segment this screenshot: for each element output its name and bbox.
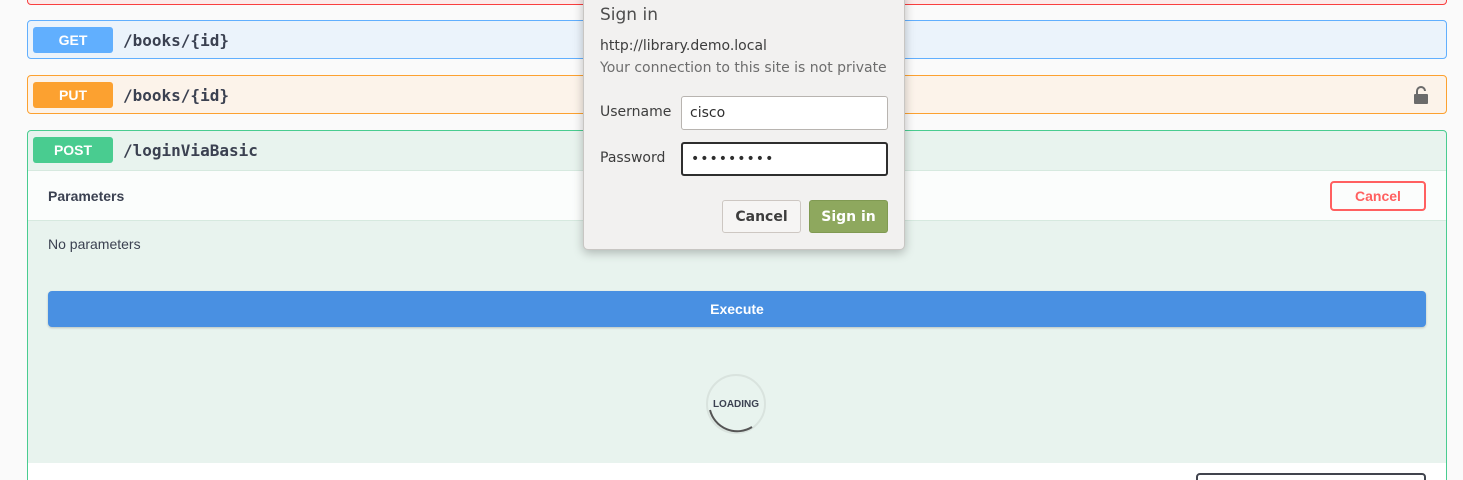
cancel-try-button[interactable]: Cancel (1330, 181, 1426, 211)
dialog-title: Sign in (600, 5, 658, 25)
method-badge-put: PUT (33, 82, 113, 108)
operation-path: /books/{id} (123, 30, 229, 50)
execute-button[interactable]: Execute (48, 291, 1426, 327)
dialog-warning: Your connection to this site is not priv… (600, 60, 887, 76)
lock-icon[interactable] (1413, 86, 1429, 104)
operation-path: /books/{id} (123, 85, 229, 105)
dialog-cancel-button[interactable]: Cancel (722, 200, 801, 233)
sign-in-dialog: Sign in http://library.demo.local Your c… (583, 0, 905, 250)
method-badge-post: POST (33, 137, 113, 163)
username-input[interactable] (681, 96, 888, 130)
loading-spinner: LOADING (706, 374, 766, 434)
dialog-url: http://library.demo.local (600, 38, 767, 54)
method-badge-get: GET (33, 27, 113, 53)
parameters-title: Parameters (48, 187, 125, 204)
spinner-arc (709, 409, 753, 433)
username-label: Username (600, 104, 672, 120)
sign-in-button[interactable]: Sign in (809, 200, 888, 233)
response-content-type-select[interactable] (1196, 473, 1426, 480)
password-input[interactable] (681, 142, 888, 176)
password-label: Password (600, 150, 666, 166)
no-parameters-text: No parameters (48, 236, 141, 252)
operation-path: /loginViaBasic (123, 140, 258, 160)
